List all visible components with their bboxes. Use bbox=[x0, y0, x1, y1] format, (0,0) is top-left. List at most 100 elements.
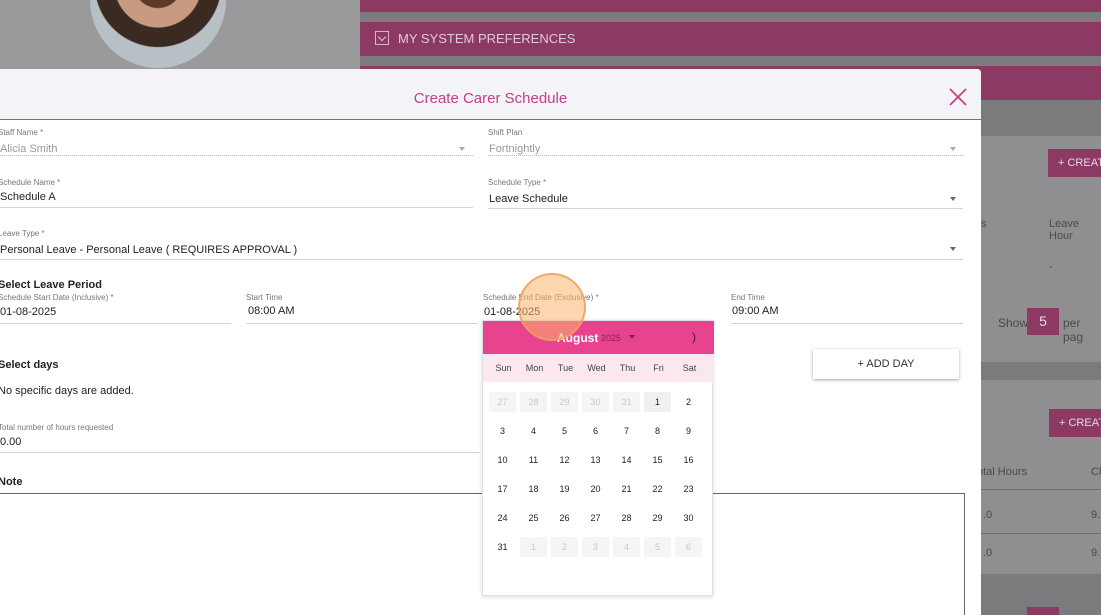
end-time-input[interactable]: 09:00 AM bbox=[732, 305, 778, 317]
calendar-day[interactable]: 26 bbox=[551, 508, 578, 528]
calendar-day-outside-month: 4 bbox=[613, 537, 640, 557]
chevron-down-icon bbox=[459, 147, 465, 151]
calendar-day[interactable]: 31 bbox=[489, 537, 516, 557]
create-button: + CREAT bbox=[1049, 409, 1101, 437]
calendar-day[interactable]: 10 bbox=[489, 450, 516, 470]
weekday-label: Thu bbox=[619, 363, 636, 373]
start-date-input[interactable]: 01-08-2025 bbox=[0, 306, 56, 318]
column-header: s bbox=[981, 218, 987, 230]
field-underline bbox=[731, 323, 963, 324]
close-icon[interactable] bbox=[948, 87, 968, 107]
calendar-day[interactable]: 15 bbox=[644, 450, 671, 470]
avatar bbox=[90, 0, 226, 68]
calendar-day[interactable]: 22 bbox=[644, 479, 671, 499]
total-hours-label: Total number of hours requested bbox=[0, 423, 114, 432]
calendar-day-outside-month: 27 bbox=[489, 392, 516, 412]
table-cell: 9. bbox=[1091, 547, 1101, 559]
calendar-day-outside-month: 29 bbox=[551, 392, 578, 412]
start-time-label: Start Time bbox=[246, 293, 283, 302]
per-page-label: per pag bbox=[1063, 316, 1084, 344]
start-date-label: Schedule Start Date (Inclusive) * bbox=[0, 293, 114, 302]
calendar-day[interactable]: 8 bbox=[644, 421, 671, 441]
weekday-label: Sun bbox=[495, 363, 512, 373]
chevron-down-icon bbox=[950, 197, 956, 201]
show-label: Show bbox=[998, 316, 1029, 330]
leave-period-title: Select Leave Period bbox=[0, 279, 102, 291]
schedule-type-label: Schedule Type * bbox=[488, 178, 547, 187]
calendar-day[interactable]: 18 bbox=[520, 479, 547, 499]
calendar-day[interactable]: 12 bbox=[551, 450, 578, 470]
create-button: + CREAT bbox=[1048, 149, 1101, 177]
field-underline bbox=[0, 452, 480, 453]
calendar-day[interactable]: 6 bbox=[582, 421, 609, 441]
calendar-day[interactable]: 27 bbox=[582, 508, 609, 528]
calendar-day[interactable]: 2 bbox=[675, 392, 702, 412]
calendar-day[interactable]: 1 bbox=[644, 392, 671, 412]
leave-type-select[interactable]: Personal Leave - Personal Leave ( REQUIR… bbox=[0, 244, 297, 256]
schedule-type-select[interactable]: Leave Schedule bbox=[489, 193, 568, 205]
calendar-day[interactable]: 4 bbox=[520, 421, 547, 441]
datepicker-month[interactable]: August bbox=[557, 331, 598, 345]
chevron-down-icon bbox=[950, 247, 956, 251]
total-hours-input[interactable]: 0.00 bbox=[0, 436, 21, 448]
calendar-day-outside-month: 5 bbox=[644, 537, 671, 557]
calendar-day[interactable]: 16 bbox=[675, 450, 702, 470]
background-chip bbox=[1027, 607, 1059, 615]
next-month-button[interactable]: ) bbox=[692, 330, 696, 344]
calendar-day[interactable]: 21 bbox=[613, 479, 640, 499]
end-date-input[interactable]: 01-08-2025 bbox=[484, 306, 540, 318]
chevron-down-icon bbox=[950, 147, 956, 151]
add-day-button[interactable]: + ADD DAY bbox=[813, 349, 959, 379]
table-cell: - bbox=[1049, 261, 1053, 273]
chevron-down-icon[interactable] bbox=[629, 335, 635, 339]
table-cell: .0 bbox=[983, 547, 993, 559]
calendar-day[interactable]: 5 bbox=[551, 421, 578, 441]
leave-type-label: Leave Type * bbox=[0, 229, 45, 238]
table-cell: .0 bbox=[983, 509, 993, 521]
shift-plan-label: Shift Plan bbox=[488, 128, 523, 137]
weekday-label: Tue bbox=[557, 363, 574, 373]
calendar-day[interactable]: 14 bbox=[613, 450, 640, 470]
total-hours-header: otal Hours bbox=[977, 466, 1028, 478]
calendar-day[interactable]: 29 bbox=[644, 508, 671, 528]
no-days-text: No specific days are added. bbox=[0, 385, 134, 397]
start-time-input[interactable]: 08:00 AM bbox=[248, 305, 294, 317]
weekday-label: Mon bbox=[525, 363, 544, 373]
calendar-day[interactable]: 7 bbox=[613, 421, 640, 441]
weekday-label: Wed bbox=[587, 363, 606, 373]
calendar-day[interactable]: 9 bbox=[675, 421, 702, 441]
field-underline bbox=[488, 155, 963, 156]
background-section-bar bbox=[360, 0, 1101, 12]
leave-hours-header: Leave Hour bbox=[1049, 218, 1079, 242]
calendar-day[interactable]: 24 bbox=[489, 508, 516, 528]
schedule-name-input[interactable]: Schedule A bbox=[0, 191, 56, 203]
datepicker-year[interactable]: 2025 bbox=[601, 333, 621, 343]
table-cell: 9. bbox=[1091, 509, 1101, 521]
staff-name-select[interactable]: Alicia Smith bbox=[0, 143, 57, 155]
calendar-day[interactable]: 3 bbox=[489, 421, 516, 441]
modal-header: Create Carer Schedule bbox=[0, 69, 981, 120]
calendar-day-outside-month: 1 bbox=[520, 537, 547, 557]
field-underline bbox=[0, 323, 231, 324]
calendar-day[interactable]: 20 bbox=[582, 479, 609, 499]
calendar-day-outside-month: 30 bbox=[582, 392, 609, 412]
calendar-day[interactable]: 25 bbox=[520, 508, 547, 528]
per-page-select: 5 bbox=[1027, 308, 1059, 335]
divider bbox=[980, 489, 1101, 490]
shift-plan-select[interactable]: Fortnightly bbox=[489, 143, 540, 155]
calendar-day[interactable]: 11 bbox=[520, 450, 547, 470]
select-days-title: Select days bbox=[0, 359, 59, 371]
calendar-day[interactable]: 23 bbox=[675, 479, 702, 499]
field-underline bbox=[0, 259, 963, 260]
weekday-label: Fri bbox=[653, 363, 664, 373]
calendar-day[interactable]: 30 bbox=[675, 508, 702, 528]
calendar-day[interactable]: 19 bbox=[551, 479, 578, 499]
calendar-day[interactable]: 13 bbox=[582, 450, 609, 470]
calendar-day-outside-month: 3 bbox=[582, 537, 609, 557]
weekday-label: Sat bbox=[682, 363, 697, 373]
calendar-day[interactable]: 17 bbox=[489, 479, 516, 499]
calendar-day-outside-month: 2 bbox=[551, 537, 578, 557]
calendar-day[interactable]: 28 bbox=[613, 508, 640, 528]
expand-checkbox-icon bbox=[375, 31, 389, 45]
calendar-day-outside-month: 6 bbox=[675, 537, 702, 557]
